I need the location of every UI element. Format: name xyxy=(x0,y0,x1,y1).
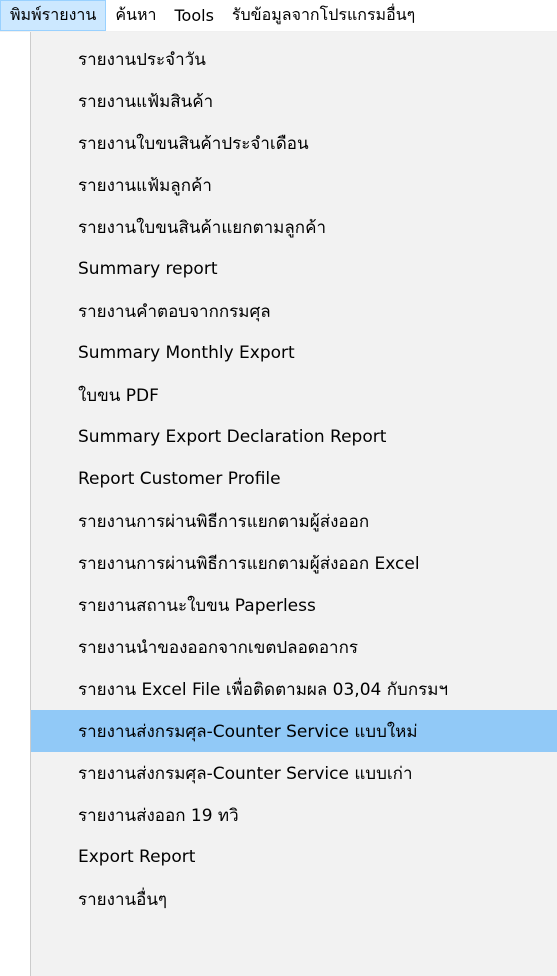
menu-item-other-reports[interactable]: รายงานอื่นๆ xyxy=(31,878,557,920)
menu-search[interactable]: ค้นหา xyxy=(106,0,165,31)
menu-item-counter-service-old[interactable]: รายงานส่งกรมศุล-Counter Service แบบเก่า xyxy=(31,752,557,794)
menu-item-free-zone-goods-report[interactable]: รายงานนำของออกจากเขตปลอดอากร xyxy=(31,626,557,668)
menu-item-counter-service-new[interactable]: รายงานส่งกรมศุล-Counter Service แบบใหม่ xyxy=(31,710,557,752)
menu-item-clearance-by-exporter-excel[interactable]: รายงานการผ่านพิธีการแยกตามผู้ส่งออก Exce… xyxy=(31,542,557,584)
menu-item-report-customer-profile[interactable]: Report Customer Profile xyxy=(31,458,557,500)
menu-import-from-other-programs[interactable]: รับข้อมูลจากโปรแกรมอื่นๆ xyxy=(223,0,424,31)
menu-item-export-report[interactable]: Export Report xyxy=(31,836,557,878)
menu-item-monthly-declaration-report[interactable]: รายงานใบขนสินค้าประจำเดือน xyxy=(31,122,557,164)
menu-bar: พิมพ์รายงาน ค้นหา Tools รับข้อมูลจากโปรแ… xyxy=(0,0,557,32)
menu-item-declaration-pdf[interactable]: ใบขน PDF xyxy=(31,374,557,416)
menu-print-report[interactable]: พิมพ์รายงาน xyxy=(0,0,107,31)
print-report-dropdown: รายงานประจำวัน รายงานแฟ้มสินค้า รายงานใบ… xyxy=(30,32,557,976)
menu-item-summary-export-declaration-report[interactable]: Summary Export Declaration Report xyxy=(31,416,557,458)
menu-item-declaration-by-customer-report[interactable]: รายงานใบขนสินค้าแยกตามลูกค้า xyxy=(31,206,557,248)
dropdown-menu-list: รายงานประจำวัน รายงานแฟ้มสินค้า รายงานใบ… xyxy=(31,32,557,920)
menu-item-export-19-bis-report[interactable]: รายงานส่งออก 19 ทวิ xyxy=(31,794,557,836)
menu-item-excel-followup-report[interactable]: รายงาน Excel File เพื่อติดตามผล 03,04 กั… xyxy=(31,668,557,710)
menu-item-product-file-report[interactable]: รายงานแฟ้มสินค้า xyxy=(31,80,557,122)
menu-item-clearance-by-exporter-report[interactable]: รายงานการผ่านพิธีการแยกตามผู้ส่งออก xyxy=(31,500,557,542)
menu-item-summary-monthly-export[interactable]: Summary Monthly Export xyxy=(31,332,557,374)
menu-item-summary-report[interactable]: Summary report xyxy=(31,248,557,290)
menu-item-customer-file-report[interactable]: รายงานแฟ้มลูกค้า xyxy=(31,164,557,206)
menu-item-paperless-status-report[interactable]: รายงานสถานะใบขน Paperless xyxy=(31,584,557,626)
menu-item-customs-response-report[interactable]: รายงานคำตอบจากกรมศุล xyxy=(31,290,557,332)
menu-tools[interactable]: Tools xyxy=(166,0,223,31)
menu-item-daily-report[interactable]: รายงานประจำวัน xyxy=(31,38,557,80)
